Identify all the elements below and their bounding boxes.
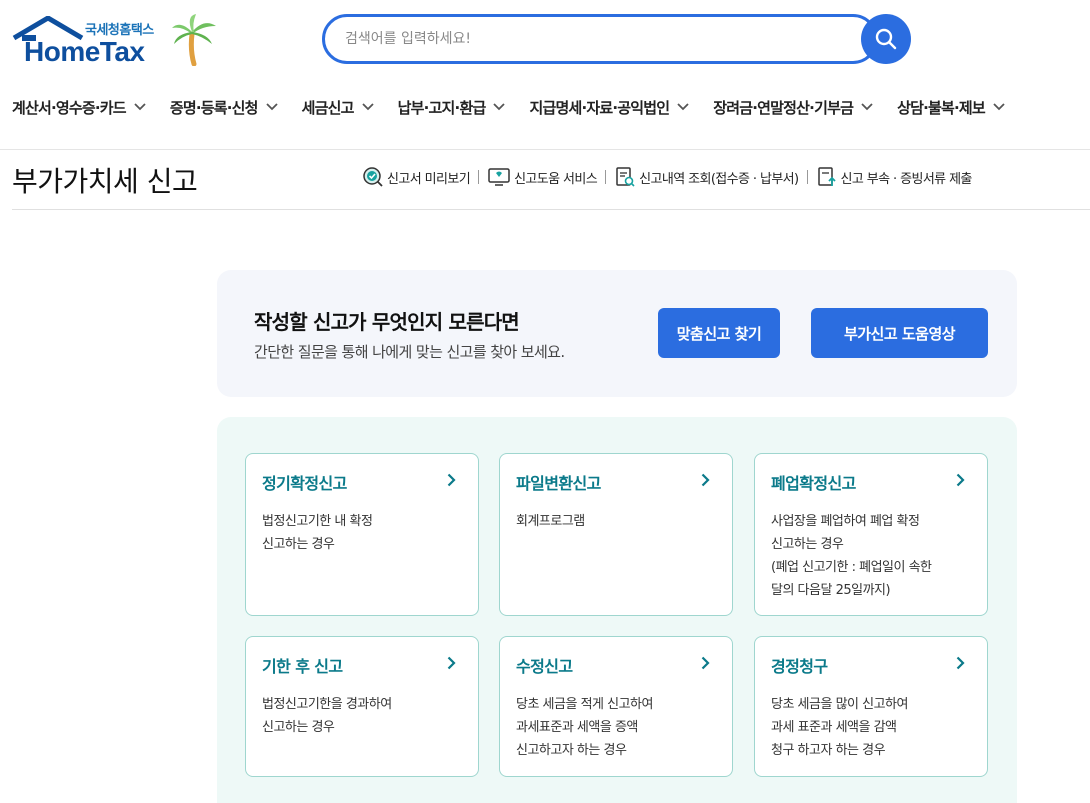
page-title: 부가가치세 신고 bbox=[12, 165, 198, 198]
palm-tree-icon bbox=[172, 14, 216, 66]
search-icon bbox=[875, 28, 897, 50]
document-search-icon bbox=[616, 167, 635, 187]
card-title: 폐업확정신고 bbox=[771, 474, 856, 493]
card-line: 신고하는 경우 bbox=[262, 720, 335, 735]
card-line: 달의 다음달 25일까지) bbox=[771, 583, 891, 598]
quick-link-attachment-submit[interactable]: 신고 부속 · 증빙서류 제출 bbox=[816, 166, 972, 188]
quick-link-history[interactable]: 신고내역 조회(접수증 · 납부서) bbox=[614, 166, 799, 188]
chevron-down-icon bbox=[493, 103, 506, 111]
card-line: 회계프로그램 bbox=[516, 514, 585, 529]
preview-check-icon bbox=[363, 167, 383, 187]
card-line: 과세 표준과 세액을 감액 bbox=[771, 720, 897, 735]
card-regular-filing[interactable]: 정기확정신고 법정신고기한 내 확정 신고하는 경우 bbox=[245, 453, 479, 616]
chevron-down-icon bbox=[265, 103, 278, 111]
card-line: 과세표준과 세액을 증액 bbox=[516, 720, 638, 735]
hometax-logo[interactable]: 국세청홈택스 HomeTax bbox=[12, 14, 222, 68]
card-description: 당초 세금을 적게 신고하여 과세표준과 세액을 증액 신고하고자 하는 경우 bbox=[516, 693, 653, 762]
quick-link-label: 신고도움 서비스 bbox=[514, 171, 598, 187]
divider bbox=[806, 170, 808, 184]
chevron-right-icon bbox=[447, 473, 456, 487]
quick-link-label: 신고내역 조회(접수증 · 납부서) bbox=[639, 171, 799, 187]
gnb-item-label: 세금신고 bbox=[301, 98, 355, 117]
chevron-down-icon bbox=[677, 103, 689, 111]
gnb-item-certificate[interactable]: 증명·등록·신청 bbox=[170, 93, 278, 121]
chevron-down-icon bbox=[362, 103, 374, 111]
quick-link-label: 신고 부속 · 증빙서류 제출 bbox=[840, 171, 973, 187]
find-custom-filing-button[interactable]: 맞춤신고 찾기 bbox=[658, 308, 780, 358]
card-title: 수정신고 bbox=[516, 657, 573, 676]
quick-link-preview[interactable]: 신고서 미리보기 bbox=[362, 166, 471, 188]
gnb-item-tax-filing[interactable]: 세금신고 bbox=[302, 93, 374, 121]
search-box bbox=[322, 14, 878, 64]
quick-link-label: 신고서 미리보기 bbox=[387, 171, 471, 187]
chevron-right-icon bbox=[956, 656, 965, 670]
quick-link-help-service[interactable]: 신고도움 서비스 bbox=[487, 166, 598, 188]
gnb-item-incentives[interactable]: 장려금·연말정산·기부금 bbox=[713, 93, 873, 121]
card-line: 사업장을 폐업하여 폐업 확정 bbox=[771, 514, 920, 529]
gnb-item-payment[interactable]: 납부·고지·환급 bbox=[398, 93, 506, 121]
card-line: 신고하는 경우 bbox=[771, 537, 844, 552]
banner-title: 작성할 신고가 무엇인지 모른다면 bbox=[254, 310, 520, 334]
card-line: (폐업 신고기한 : 폐업일이 속한 bbox=[771, 560, 932, 575]
find-filing-banner: 작성할 신고가 무엇인지 모른다면 간단한 질문을 통해 나에게 맞는 신고를 … bbox=[217, 270, 1017, 397]
main-navigation: 계산서·영수증·카드 증명·등록·신청 세금신고 납부·고지·환급 지급명세·자… bbox=[12, 93, 1029, 121]
card-description: 법정신고기한을 경과하여 신고하는 경우 bbox=[262, 693, 392, 739]
card-amended-filing[interactable]: 수정신고 당초 세금을 적게 신고하여 과세표준과 세액을 증액 신고하고자 하… bbox=[499, 636, 733, 777]
divider bbox=[605, 170, 607, 184]
card-refund-claim[interactable]: 경정청구 당초 세금을 많이 신고하여 과세 표준과 세액을 감액 청구 하고자… bbox=[754, 636, 988, 777]
card-line: 법정신고기한 내 확정 bbox=[262, 514, 373, 529]
card-title: 정기확정신고 bbox=[262, 474, 347, 493]
card-line: 청구 하고자 하는 경우 bbox=[771, 743, 886, 758]
chevron-right-icon bbox=[701, 656, 710, 670]
header-divider bbox=[0, 149, 1090, 150]
quick-links: 신고서 미리보기 신고도움 서비스 신고내역 조회(접수증 · 납부서) 신고 … bbox=[362, 166, 972, 188]
card-description: 법정신고기한 내 확정 신고하는 경우 bbox=[262, 510, 373, 556]
gnb-item-label: 상담·불복·제보 bbox=[897, 98, 986, 117]
gnb-item-label: 증명·등록·신청 bbox=[169, 98, 259, 117]
gnb-item-consulting[interactable]: 상담·불복·제보 bbox=[897, 93, 1005, 121]
card-title: 기한 후 신고 bbox=[262, 657, 343, 676]
card-line: 당초 세금을 적게 신고하여 bbox=[516, 697, 653, 712]
card-description: 사업장을 폐업하여 폐업 확정 신고하는 경우 (폐업 신고기한 : 폐업일이 … bbox=[771, 510, 932, 602]
card-title: 경정청구 bbox=[771, 657, 828, 676]
banner-description: 간단한 질문을 통해 나에게 맞는 신고를 찾아 보세요. bbox=[254, 343, 565, 361]
card-line: 당초 세금을 많이 신고하여 bbox=[771, 697, 908, 712]
card-line: 신고하는 경우 bbox=[262, 537, 335, 552]
card-title: 파일변환신고 bbox=[516, 474, 601, 493]
card-line: 신고하고자 하는 경우 bbox=[516, 743, 627, 758]
divider bbox=[478, 170, 480, 184]
gnb-item-statements[interactable]: 지급명세·자료·공익법인 bbox=[529, 93, 689, 121]
monitor-help-icon bbox=[488, 168, 510, 186]
document-upload-icon bbox=[817, 167, 836, 186]
vat-help-video-button[interactable]: 부가신고 도움영상 bbox=[811, 308, 988, 358]
card-description: 회계프로그램 bbox=[516, 510, 585, 533]
chevron-right-icon bbox=[701, 473, 710, 487]
card-late-filing[interactable]: 기한 후 신고 법정신고기한을 경과하여 신고하는 경우 bbox=[245, 636, 479, 777]
card-description: 당초 세금을 많이 신고하여 과세 표준과 세액을 감액 청구 하고자 하는 경… bbox=[771, 693, 908, 762]
chevron-right-icon bbox=[956, 473, 965, 487]
filing-type-panel: 정기확정신고 법정신고기한 내 확정 신고하는 경우 파일변환신고 회계프로그램… bbox=[217, 417, 1017, 803]
gnb-item-invoice[interactable]: 계산서·영수증·카드 bbox=[12, 93, 146, 121]
gnb-item-label: 장려금·연말정산·기부금 bbox=[713, 98, 854, 117]
chevron-down-icon bbox=[134, 103, 146, 111]
gnb-item-label: 계산서·영수증·카드 bbox=[12, 98, 127, 117]
card-file-conversion[interactable]: 파일변환신고 회계프로그램 bbox=[499, 453, 733, 616]
card-closure-filing[interactable]: 폐업확정신고 사업장을 폐업하여 폐업 확정 신고하는 경우 (폐업 신고기한 … bbox=[754, 453, 988, 616]
chevron-right-icon bbox=[447, 656, 456, 670]
title-divider bbox=[12, 209, 1090, 210]
card-line: 법정신고기한을 경과하여 bbox=[262, 697, 392, 712]
search-button[interactable] bbox=[861, 14, 911, 64]
chevron-down-icon bbox=[993, 103, 1005, 111]
gnb-item-label: 지급명세·자료·공익법인 bbox=[529, 98, 670, 117]
gnb-item-label: 납부·고지·환급 bbox=[397, 98, 487, 117]
search-input[interactable] bbox=[345, 28, 815, 50]
chevron-down-icon bbox=[861, 103, 873, 111]
logo-name: HomeTax bbox=[24, 36, 145, 67]
